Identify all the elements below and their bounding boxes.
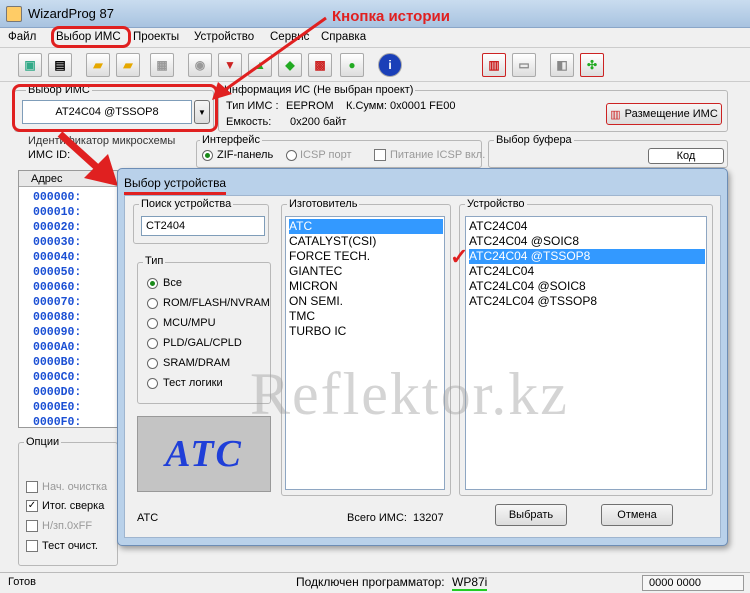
type-label: Тип xyxy=(143,255,166,267)
status-code-box: 0000 0000 xyxy=(642,575,744,591)
manufacturer-item[interactable]: FORCE TECH. xyxy=(289,249,370,264)
device-item-selected[interactable]: ATC24C04 @TSSOP8 xyxy=(469,249,705,264)
search-input-value: CT2404 xyxy=(146,220,186,232)
device-item[interactable]: ATC24LC04 xyxy=(469,264,534,279)
status-code: 0000 0000 xyxy=(649,577,701,589)
logo-text: ATC xyxy=(165,433,243,475)
device-item[interactable]: ATC24C04 @SOIC8 xyxy=(469,234,579,249)
total-value: 13207 xyxy=(413,512,444,524)
manufacturer-item[interactable]: GIANTEC xyxy=(289,264,342,279)
manufacturer-label: Изготовитель xyxy=(287,198,360,210)
type-label-rom: ROM/FLASH/NVRAM xyxy=(163,297,270,309)
checkmark-icon: ✓ xyxy=(450,244,469,269)
manufacturer-item[interactable]: TURBO IC xyxy=(289,324,346,339)
manufacturer-item[interactable]: ON SEMI. xyxy=(289,294,343,309)
manufacturer-item[interactable]: ATC xyxy=(289,219,443,234)
type-radio-mcu[interactable] xyxy=(147,318,158,329)
type-radio-logic[interactable] xyxy=(147,378,158,389)
type-radio-pld[interactable] xyxy=(147,338,158,349)
total-label: Всего ИМС: xyxy=(347,512,407,524)
type-label-sram: SRAM/DRAM xyxy=(163,357,231,369)
search-label: Поиск устройства xyxy=(139,198,234,210)
cancel-button-label: Отмена xyxy=(617,509,657,521)
status-ready: Готов xyxy=(8,576,36,588)
device-select-dialog: Выбор устройства Поиск устройства CT2404… xyxy=(117,168,728,546)
select-button-label: Выбрать xyxy=(508,509,554,521)
select-button[interactable]: Выбрать xyxy=(495,504,567,526)
type-label-pld: PLD/GAL/CPLD xyxy=(163,337,242,349)
status-connected-label: Подключен программатор: xyxy=(296,575,445,589)
manufacturer-item[interactable]: MICRON xyxy=(289,279,338,294)
manufacturer-list[interactable]: ATC CATALYST(CSI) FORCE TECH. GIANTEC MI… xyxy=(285,216,445,490)
manufacturer-item[interactable]: TMC xyxy=(289,309,315,324)
type-label-mcu: MCU/MPU xyxy=(163,317,216,329)
footer-manufacturer: ATC xyxy=(137,512,159,524)
manufacturer-item[interactable]: CATALYST(CSI) xyxy=(289,234,376,249)
type-radio-sram[interactable] xyxy=(147,358,158,369)
device-item[interactable]: ATC24LC04 @SOIC8 xyxy=(469,279,586,294)
device-list[interactable]: ATC24C04 ATC24C04 @SOIC8 ATC24C04 @TSSOP… xyxy=(465,216,707,490)
search-input[interactable]: CT2404 xyxy=(141,216,265,236)
watermark: Reflektor.kz xyxy=(250,361,569,427)
status-bar: Готов Подключен программатор: WP87i 0000… xyxy=(0,572,750,593)
device-item[interactable]: ATC24LC04 @TSSOP8 xyxy=(469,294,597,309)
cancel-button[interactable]: Отмена xyxy=(601,504,673,526)
device-item[interactable]: ATC24C04 xyxy=(469,219,527,234)
dialog-title: Выбор устройства xyxy=(124,176,227,195)
type-radio-rom[interactable] xyxy=(147,298,158,309)
device-label: Устройство xyxy=(465,198,527,210)
type-label-all: Все xyxy=(163,277,182,289)
type-radio-all[interactable] xyxy=(147,278,158,289)
status-programmer: WP87i xyxy=(452,575,488,591)
type-label-logic: Тест логики xyxy=(163,377,223,389)
